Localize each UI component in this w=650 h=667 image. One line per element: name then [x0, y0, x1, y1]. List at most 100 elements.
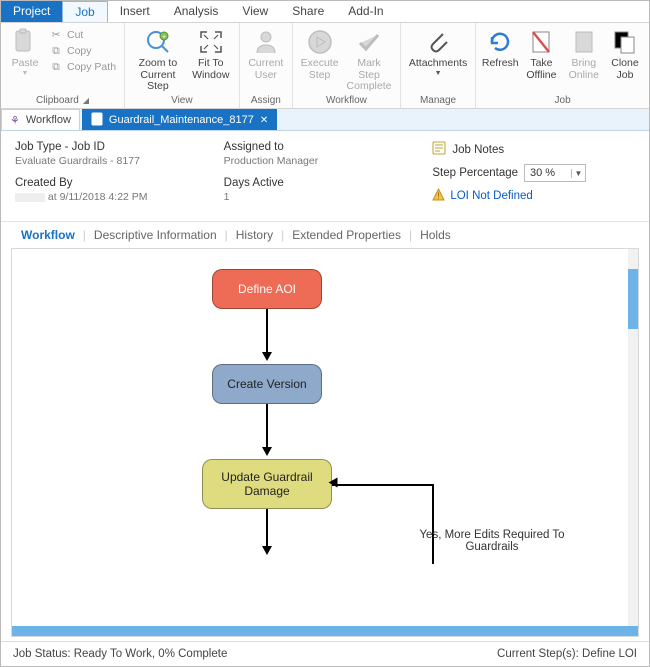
fit-window-button[interactable]: Fit To Window [187, 25, 235, 81]
file-icon [91, 112, 103, 129]
cut-label: Cut [67, 29, 83, 41]
clone-icon [611, 28, 639, 56]
fit-window-label: Fit To Window [191, 58, 231, 81]
workflow-icon: ⚘ [10, 114, 20, 127]
arrow-head-icon [329, 478, 338, 488]
arrow-head-icon [262, 447, 272, 456]
chevron-down-icon: ▼ [435, 70, 442, 78]
refresh-button[interactable]: Refresh [480, 25, 520, 70]
ribbon-group-workflow: Execute Step Mark Step Complete Workflow [293, 23, 401, 108]
svg-text:+: + [162, 34, 166, 41]
take-offline-icon [527, 28, 555, 56]
bring-online-button[interactable]: Bring Online [563, 25, 605, 81]
ribbon: Paste ▼ ✂ Cut ⧉ Copy ⧉ Copy Path Clipboa… [1, 23, 649, 109]
doc-tab-file-label: Guardrail_Maintenance_8177 [109, 114, 254, 126]
job-notes-link[interactable]: Job Notes [432, 141, 635, 158]
subtab-workflow[interactable]: Workflow [13, 228, 83, 242]
subtab-descriptive[interactable]: Descriptive Information [86, 228, 225, 242]
zoom-icon: + [144, 28, 172, 56]
sub-tab-bar: Workflow | Descriptive Information | His… [1, 222, 649, 248]
menu-tab-view[interactable]: View [230, 1, 280, 22]
chevron-down-icon: ▼ [22, 70, 29, 78]
doc-tab-workflow[interactable]: ⚘ Workflow [1, 109, 80, 130]
copy-label: Copy [67, 45, 92, 57]
clipboard-group-label: Clipboard◢ [5, 93, 120, 108]
status-bar: Job Status: Ready To Work, 0% Complete C… [1, 641, 649, 666]
chevron-down-icon: ▼ [571, 169, 585, 178]
menu-tab-addin[interactable]: Add-In [336, 1, 395, 22]
node-define-aoi[interactable]: Define AOI [212, 269, 322, 309]
doc-tab-file[interactable]: Guardrail_Maintenance_8177 ✕ [82, 109, 277, 130]
paste-label: Paste [12, 58, 39, 70]
copy-button[interactable]: ⧉ Copy [45, 43, 120, 59]
daysactive-label: Days Active [224, 177, 427, 189]
assigned-value: Production Manager [224, 155, 427, 167]
horizontal-scroll-thumb[interactable] [12, 626, 638, 636]
arrow-head-icon [262, 352, 272, 361]
copy-icon: ⧉ [49, 44, 63, 58]
daysactive-value: 1 [224, 191, 427, 203]
menu-tab-share[interactable]: Share [280, 1, 336, 22]
step-pct-value: 30 % [525, 167, 571, 179]
user-icon [252, 28, 280, 56]
refresh-label: Refresh [482, 58, 519, 70]
cut-icon: ✂ [49, 28, 63, 42]
warning-icon: ! [432, 188, 445, 204]
copy-path-button[interactable]: ⧉ Copy Path [45, 59, 120, 75]
assign-group-label: Assign [244, 93, 288, 108]
arrow-head-icon [262, 546, 272, 555]
paste-button[interactable]: Paste ▼ [5, 25, 45, 77]
menu-tab-insert[interactable]: Insert [108, 1, 162, 22]
expand-icon[interactable]: ◢ [83, 96, 89, 105]
zoom-current-step-button[interactable]: + Zoom to Current Step [129, 25, 187, 93]
createdby-value: at 9/11/2018 4:22 PM [15, 191, 218, 203]
ribbon-group-assign: Current User Assign [240, 23, 293, 108]
ribbon-group-clipboard: Paste ▼ ✂ Cut ⧉ Copy ⧉ Copy Path Clipboa… [1, 23, 125, 108]
createdby-label: Created By [15, 177, 218, 189]
ribbon-group-view: + Zoom to Current Step Fit To Window Vie… [125, 23, 240, 108]
manage-group-label: Manage [405, 93, 471, 108]
bring-online-label: Bring Online [567, 58, 601, 81]
svg-text:!: ! [438, 192, 440, 201]
take-offline-button[interactable]: Take Offline [520, 25, 562, 81]
subtab-holds[interactable]: Holds [412, 228, 459, 242]
close-icon[interactable]: ✕ [260, 115, 268, 126]
notes-icon [432, 141, 446, 158]
view-group-label: View [129, 93, 235, 108]
attachments-button[interactable]: Attachments ▼ [405, 25, 471, 77]
fit-window-icon [197, 28, 225, 56]
vertical-scroll-thumb[interactable] [628, 269, 638, 329]
execute-label: Execute Step [301, 58, 339, 81]
jobtype-value: Evaluate Guardrails - 8177 [15, 155, 218, 167]
subtab-extended[interactable]: Extended Properties [284, 228, 409, 242]
job-notes-label: Job Notes [452, 144, 504, 156]
current-user-button[interactable]: Current User [244, 25, 288, 81]
check-icon [355, 28, 383, 56]
menu-tab-job[interactable]: Job [62, 1, 107, 22]
step-pct-label: Step Percentage [432, 167, 518, 179]
paste-icon [11, 28, 39, 56]
loi-warning-label: LOI Not Defined [450, 190, 532, 202]
cut-button[interactable]: ✂ Cut [45, 27, 120, 43]
execute-step-button[interactable]: Execute Step [297, 25, 342, 81]
subtab-history[interactable]: History [228, 228, 281, 242]
step-pct-dropdown[interactable]: 30 % ▼ [524, 164, 586, 182]
copy-path-label: Copy Path [67, 61, 116, 73]
paperclip-icon [424, 28, 452, 56]
loi-warning[interactable]: ! LOI Not Defined [432, 188, 635, 204]
job-group-label: Job [480, 93, 645, 108]
take-offline-label: Take Offline [524, 58, 558, 81]
play-icon [306, 28, 334, 56]
document-tab-bar: ⚘ Workflow Guardrail_Maintenance_8177 ✕ [1, 109, 649, 131]
job-info-panel: Job Type - Job ID Evaluate Guardrails - … [1, 131, 649, 222]
mark-complete-label: Mark Step Complete [346, 58, 392, 93]
node-create-version[interactable]: Create Version [212, 364, 322, 404]
menu-tab-analysis[interactable]: Analysis [162, 1, 231, 22]
menu-tab-bar: Project Job Insert Analysis View Share A… [1, 1, 649, 23]
node-update-guardrail[interactable]: Update Guardrail Damage [202, 459, 332, 509]
mark-complete-button[interactable]: Mark Step Complete [342, 25, 396, 93]
clone-job-button[interactable]: Clone Job [605, 25, 645, 81]
zoom-label: Zoom to Current Step [133, 58, 183, 93]
workflow-canvas[interactable]: Define AOI Create Version Update Guardra… [11, 248, 639, 637]
menu-tab-project[interactable]: Project [1, 1, 62, 22]
